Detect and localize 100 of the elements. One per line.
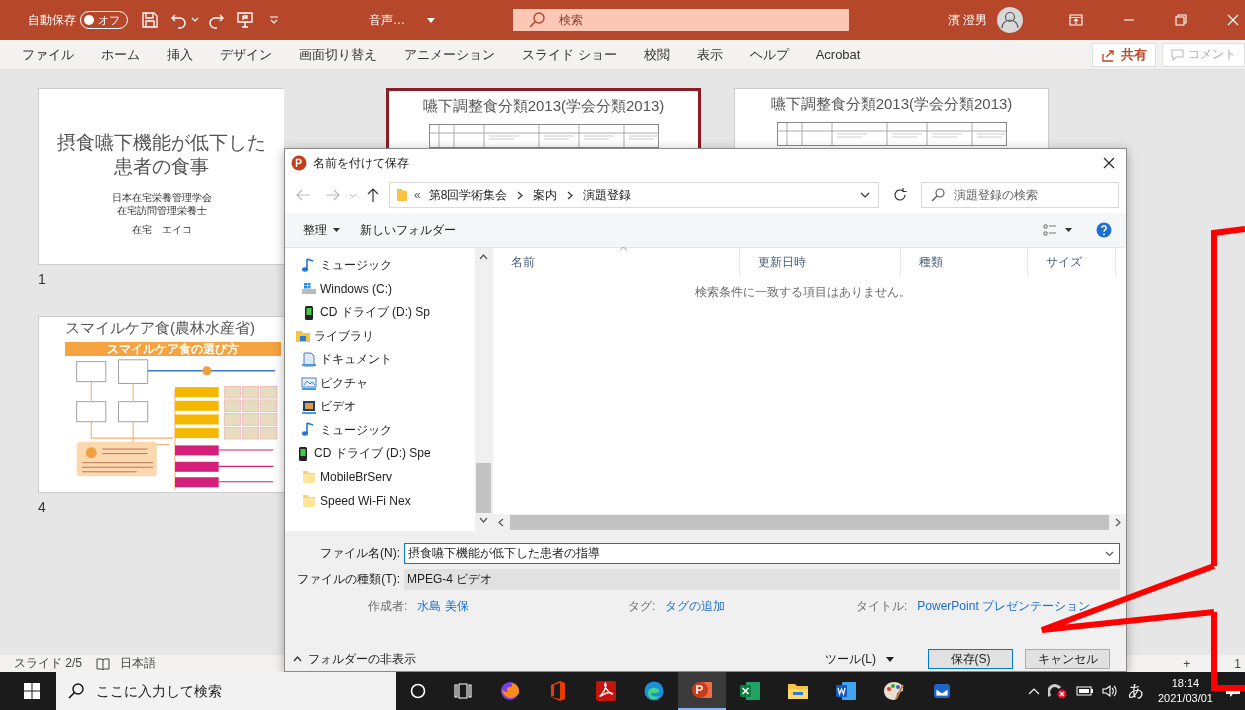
chevron-left-icon xyxy=(498,518,504,527)
ribbon-tab[interactable]: ファイル xyxy=(10,40,86,69)
metadata-label: 作成者: xyxy=(368,598,408,615)
ribbon-tab[interactable]: デザイン xyxy=(208,40,284,69)
chevron-down-icon xyxy=(479,517,488,523)
filename-field[interactable]: 摂食嚥下機能が低下した患者の指導 xyxy=(404,542,1120,564)
tree-item[interactable]: Windows (C:) xyxy=(301,277,475,301)
tree-item[interactable]: CD ドライブ (D:) Sp xyxy=(301,301,475,325)
ribbon-tab[interactable]: ヘルプ xyxy=(737,40,801,69)
taskbar-search-field[interactable]: ここに入力して検索 xyxy=(56,672,396,710)
search-field[interactable]: 演題登録の検索 xyxy=(921,182,1119,208)
clock-time: 18:14 xyxy=(1171,676,1200,691)
slide-subtitle: 日本在宅栄養管理学会 xyxy=(111,191,212,204)
ribbon-display-icon[interactable] xyxy=(1069,14,1083,26)
vertical-scrollbar[interactable] xyxy=(475,248,492,531)
tree-item[interactable]: CD ドライブ (D:) Spe xyxy=(295,442,475,466)
restore-icon[interactable] xyxy=(1175,14,1187,26)
search-field[interactable]: 検索 xyxy=(513,9,849,31)
clock-button[interactable]: 18:14 2021/03/01 xyxy=(1149,676,1221,706)
up-arrow-icon[interactable] xyxy=(367,187,379,203)
sort-caret-icon xyxy=(619,246,628,251)
close-icon[interactable] xyxy=(1103,157,1115,169)
slide-title: 嚥下調整食分類2013(学会分類2013) xyxy=(770,95,1013,114)
slide-thumbnail[interactable]: スマイルケア食(農林水産省) スマイルケア食の選び方 xyxy=(38,316,284,493)
document-app-icon xyxy=(835,680,857,702)
tree-item[interactable]: Speed Wi-Fi Nex xyxy=(301,489,475,513)
cancel-button[interactable]: キャンセル xyxy=(1025,649,1110,669)
column-header[interactable]: サイズ xyxy=(1028,248,1116,276)
slide-title: 摂食嚥下機能が低下した 患者の食事 xyxy=(57,131,266,179)
search-icon xyxy=(529,12,545,28)
caret-icon xyxy=(427,17,435,23)
ribbon-tab[interactable]: Acrobat xyxy=(803,40,873,69)
tree-item[interactable]: ライブラリ xyxy=(295,324,475,348)
view-options-icon[interactable] xyxy=(1043,224,1057,236)
search-icon xyxy=(931,188,945,202)
caret-icon[interactable] xyxy=(1065,228,1072,232)
book-icon[interactable] xyxy=(96,657,110,670)
presentation-icon[interactable] xyxy=(236,11,254,29)
filename-label: ファイル名(N): xyxy=(319,544,401,562)
tree-item[interactable]: ドキュメント xyxy=(301,348,475,372)
chevron-up-icon xyxy=(479,254,488,260)
breadcrumb[interactable]: 演題登録 xyxy=(583,186,632,204)
tree-item[interactable]: ミュージック xyxy=(301,254,475,278)
scrollbar-thumb[interactable] xyxy=(510,515,1109,530)
tree-item[interactable]: ピクチャ xyxy=(301,371,475,395)
user-name: 濱 澄男 xyxy=(947,11,987,29)
tree-item[interactable]: MobileBrServ xyxy=(301,465,475,489)
column-header[interactable]: 名前 xyxy=(493,248,740,276)
address-bar[interactable]: « 第8回学術集会 案内 演題登録 xyxy=(389,182,879,208)
scrollbar-thumb[interactable] xyxy=(476,463,491,513)
tree-item[interactable]: ビデオ xyxy=(301,395,475,419)
tree-item[interactable]: ミュージック xyxy=(301,418,475,442)
horizontal-scrollbar[interactable] xyxy=(493,514,1126,531)
caret-icon[interactable] xyxy=(860,192,870,198)
ribbon-tab[interactable]: 表示 xyxy=(684,40,735,69)
save-button[interactable]: 保存(S) xyxy=(928,649,1013,669)
breadcrumb[interactable]: 第8回学術集会 xyxy=(428,186,508,204)
new-folder-button[interactable]: 新しいフォルダー xyxy=(350,221,466,239)
file-type-dropdown[interactable]: MPEG-4 ビデオ xyxy=(404,568,1120,590)
help-icon[interactable] xyxy=(1096,222,1112,238)
chevron-icon xyxy=(517,190,524,200)
column-header[interactable]: 種類 xyxy=(901,248,1028,276)
slide-thumbnail[interactable]: 摂食嚥下機能が低下した 患者の食事 日本在宅栄養管理学会 在宅訪問管理栄養士 在宅 エイコ xyxy=(38,88,284,265)
metadata-value[interactable]: タグの追加 xyxy=(665,598,726,615)
save-icon[interactable] xyxy=(141,11,159,29)
input-method-button[interactable]: あ xyxy=(1121,680,1150,702)
tools-button[interactable]: ツール(L) xyxy=(819,649,900,669)
zoom-in-button[interactable]: + xyxy=(1183,656,1191,671)
breadcrumb[interactable]: 案内 xyxy=(533,186,558,204)
dialog-title: 名前を付けて保存 xyxy=(313,154,409,172)
chevron-up-icon[interactable] xyxy=(1027,687,1040,695)
share-button[interactable]: 共有 xyxy=(1092,42,1156,67)
organize-button[interactable]: 整理 xyxy=(293,221,350,239)
browser-icon xyxy=(643,680,665,702)
column-header[interactable]: 更新日時 xyxy=(740,248,901,276)
document-name-dropdown[interactable]: 音声… xyxy=(365,11,439,29)
avatar-icon[interactable] xyxy=(997,7,1023,33)
metadata-value[interactable]: 水島 美保 xyxy=(417,598,469,615)
windows-logo-icon[interactable] xyxy=(24,683,40,699)
taskbar-app-button[interactable] xyxy=(678,672,726,710)
presentation-app-icon xyxy=(691,679,713,701)
browser-icon xyxy=(499,680,521,702)
ribbon-tab[interactable]: アニメーション xyxy=(392,40,507,69)
picture-icon xyxy=(301,375,317,392)
refresh-icon[interactable] xyxy=(893,188,907,202)
ribbon-tab[interactable]: 校閲 xyxy=(631,40,682,69)
ribbon-tab[interactable]: スライド ショー xyxy=(510,40,629,69)
network-error-icon[interactable] xyxy=(1047,683,1068,699)
volume-icon[interactable] xyxy=(1101,684,1118,698)
ribbon-tab[interactable]: 画面切り替え xyxy=(287,40,389,69)
metadata-value[interactable]: PowerPoint プレゼンテーション xyxy=(917,598,1091,615)
slide-title: スマイルケア食(農林水産省) xyxy=(65,319,255,338)
battery-icon[interactable] xyxy=(1075,685,1094,697)
ribbon-tab[interactable]: 挿入 xyxy=(155,40,205,69)
chart-banner: スマイルケア食の選び方 xyxy=(65,342,281,356)
breadcrumb-overflow[interactable]: « xyxy=(414,188,421,202)
hide-folders-button[interactable]: フォルダーの非表示 xyxy=(293,650,416,668)
ribbon-tab[interactable]: ホーム xyxy=(89,40,152,69)
task-view-icon[interactable] xyxy=(454,683,472,699)
cortana-icon[interactable] xyxy=(410,683,426,699)
